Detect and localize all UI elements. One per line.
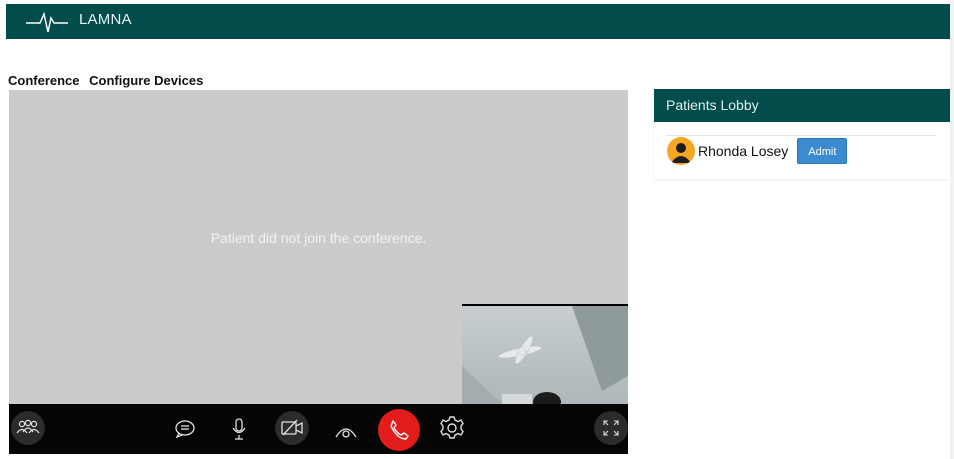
view-icon <box>335 428 357 438</box>
hang-up-icon <box>390 420 409 440</box>
camera-toggle-button[interactable] <box>275 411 309 445</box>
avatar <box>667 137 695 165</box>
settings-button[interactable] <box>438 414 466 442</box>
tab-conference[interactable]: Conference <box>8 73 80 88</box>
lobby-patient-row: Rhonda Losey Admit <box>667 136 848 166</box>
video-status-message: Patient did not join the conference. <box>210 230 427 246</box>
patient-name: Rhonda Losey <box>698 143 789 159</box>
window-edge <box>950 0 954 459</box>
lobby-title: Patients Lobby <box>654 89 950 122</box>
app-brand: LAMNA <box>79 11 132 28</box>
chat-icon <box>175 420 195 439</box>
participants-button[interactable] <box>11 411 45 445</box>
fullscreen-button[interactable] <box>594 411 628 445</box>
admit-button[interactable]: Admit <box>797 138 848 164</box>
microphone-button[interactable] <box>229 416 249 442</box>
microphone-icon <box>232 418 246 440</box>
camera-off-icon <box>281 419 303 436</box>
heartbeat-logo-icon <box>26 11 68 33</box>
tab-configure-devices[interactable]: Configure Devices <box>89 73 203 88</box>
top-bar: LAMNA <box>6 4 950 39</box>
user-avatar-icon <box>671 143 691 163</box>
call-controls-bar <box>9 404 628 454</box>
self-view-image <box>462 306 628 404</box>
conference-tabs: Conference Configure Devices <box>8 73 209 88</box>
participants-icon <box>16 419 40 434</box>
chat-button[interactable] <box>172 417 198 441</box>
self-view-video <box>462 304 628 404</box>
fullscreen-icon <box>603 420 619 436</box>
hang-up-button[interactable] <box>378 409 420 451</box>
settings-icon <box>440 416 464 439</box>
view-button[interactable] <box>334 421 358 441</box>
patients-lobby-panel: Patients Lobby Rhonda Losey Admit <box>654 89 950 179</box>
